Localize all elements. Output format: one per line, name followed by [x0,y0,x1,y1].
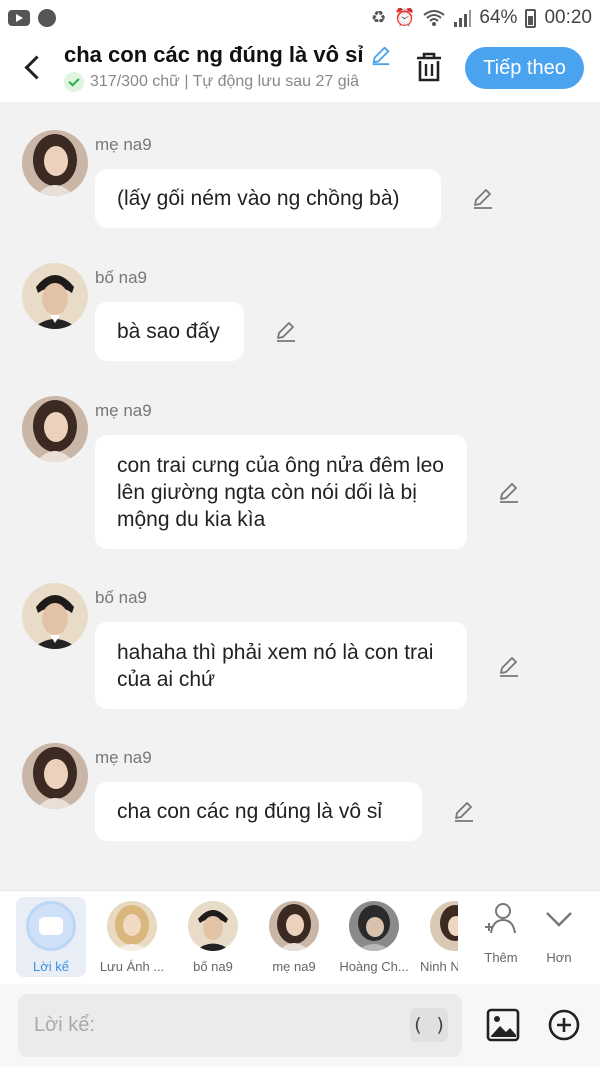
character-label: bố na9 [193,959,233,974]
next-button[interactable]: Tiếp theo [465,47,584,89]
status-bar: ♻ ⏰ 64% 00:20 [0,0,600,36]
story-title: cha con các ng đúng là vô sỉ [64,42,364,67]
edit-message-icon[interactable] [497,654,521,678]
avatar-mother[interactable] [22,743,88,809]
character-label: mẹ na9 [272,959,316,974]
character-label: Ninh N [420,959,458,974]
edit-message-icon[interactable] [274,319,298,343]
sender-name: mẹ na9 [95,135,152,154]
character-item[interactable]: bố na9 [175,897,251,977]
top-bar: cha con các ng đúng là vô sỉ 317/300 chữ… [0,36,600,102]
check-icon [64,72,84,92]
message-bubble[interactable]: (lấy gối ném vào ng chồng bà) [95,169,441,228]
alarm-icon: ⏰ [394,8,416,27]
battery-percent: 64% [479,7,518,28]
character-label: Lời kể [33,959,69,974]
plus-circle-icon[interactable] [548,1009,580,1041]
character-item[interactable]: mẹ na9 [256,897,332,977]
chat-area: mẹ na9 (lấy gối ném vào ng chồng bà) bố … [0,102,600,890]
compose-box: ( ) [18,994,462,1057]
message-bubble[interactable]: con trai cưng của ông nửa đêm leo lên gi… [95,435,467,549]
trash-icon[interactable] [414,51,444,83]
sender-name: bố na9 [95,268,147,287]
parentheses-button[interactable]: ( ) [410,1008,448,1042]
title-block: cha con các ng đúng là vô sỉ 317/300 chữ… [64,42,394,92]
more-label: Hơn [546,950,572,965]
avatar-mother[interactable] [22,130,88,196]
avatar-mother[interactable] [22,396,88,462]
edit-message-icon[interactable] [497,480,521,504]
sender-name: bố na9 [95,588,147,607]
character-item[interactable]: Hoàng Ch... [336,897,412,977]
word-count-status: 317/300 chữ | Tự động lưu sau 27 giâ [90,73,360,90]
recycle-icon: ♻ [371,8,387,27]
sender-name: mẹ na9 [95,748,152,767]
message-bubble[interactable]: cha con các ng đúng là vô sỉ [95,782,422,841]
avatar [188,901,238,951]
character-label: Lưu Ánh ... [99,959,165,974]
signal-icon [454,10,472,27]
avatar [107,901,157,951]
avatar [349,901,399,951]
image-icon[interactable] [486,1008,520,1042]
narration-input[interactable] [34,994,404,1057]
character-label: Hoàng Ch... [339,959,409,974]
more-button[interactable]: Hơn [534,899,584,965]
narration-icon [26,901,76,951]
character-item[interactable]: Ninh N [414,897,458,977]
clock: 00:20 [544,7,592,28]
avatar-father[interactable] [22,583,88,649]
compose-bar: ( ) [0,984,600,1067]
edit-message-icon[interactable] [452,799,476,823]
youtube-icon [8,10,30,26]
edit-message-icon[interactable] [471,186,495,210]
character-item[interactable]: Lưu Ánh ... [94,897,170,977]
add-character-button[interactable]: Thêm [476,899,526,965]
message-bubble[interactable]: bà sao đấy [95,302,244,361]
character-bar: Lời kể Lưu Ánh ... bố na9 mẹ na9 Hoàng C… [0,890,600,984]
add-user-icon [485,903,516,934]
battery-icon [525,8,537,28]
back-button[interactable] [18,50,48,84]
avatar [269,901,319,951]
avatar [430,901,458,951]
pencil-icon[interactable] [370,44,392,66]
sender-name: mẹ na9 [95,401,152,420]
message-bubble[interactable]: hahaha thì phải xem nó là con trai của a… [95,622,467,709]
chevron-down-icon [546,912,572,927]
globe-icon [38,9,56,27]
add-label: Thêm [484,950,518,965]
avatar-father[interactable] [22,263,88,329]
character-narrator[interactable]: Lời kể [16,897,86,977]
wifi-icon [423,10,446,26]
